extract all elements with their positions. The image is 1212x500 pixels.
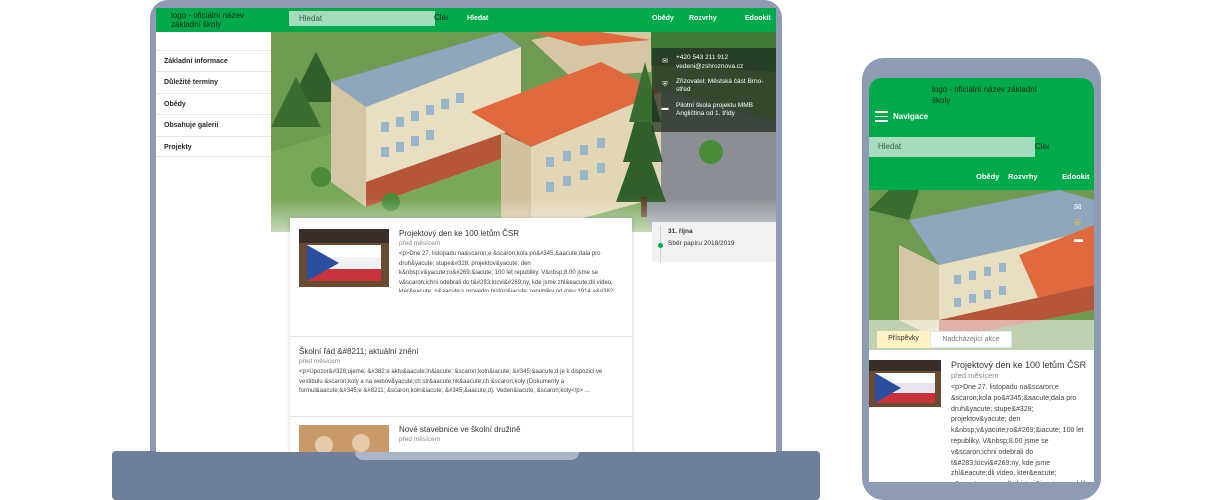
tab-posts[interactable]: Příspěvky bbox=[877, 331, 930, 348]
mobile-post-title[interactable]: Projektový den ke 100 letům ČSR bbox=[951, 360, 1086, 370]
post-item[interactable]: Nové stavebnice ve školní družině před m… bbox=[290, 417, 632, 452]
mobile-nav-link-schedules[interactable]: Rozvrhy bbox=[1008, 172, 1038, 181]
flag-icon: ▬ bbox=[661, 105, 669, 112]
phone-mail-icon: ✉ bbox=[662, 58, 668, 65]
sidebar: Základní informace Důležité termíny Oběd… bbox=[156, 32, 271, 452]
sidebar-item-gallery[interactable]: Obsahuje galerii bbox=[156, 114, 271, 135]
mobile-post-date: před měsícem bbox=[951, 371, 999, 380]
mobile-search-input[interactable]: Hledat bbox=[869, 137, 1035, 157]
mobile-nav-toggle[interactable]: Navigace bbox=[893, 112, 928, 121]
post-title[interactable]: Projektový den ke 100 letům ČSR bbox=[399, 229, 519, 238]
laptop-notch bbox=[355, 451, 579, 460]
nav-link-edookit[interactable]: Edookit bbox=[745, 15, 771, 22]
nav-link-schedules[interactable]: Rozvrhy bbox=[689, 15, 717, 22]
mobile-clear-field-button[interactable]: Clear field bbox=[1035, 141, 1049, 152]
clear-field-button[interactable]: Clear field bbox=[434, 13, 448, 22]
tab-upcoming-events[interactable]: Nadcházející akce bbox=[930, 331, 1012, 348]
mobile-post-excerpt: <p>Dne 27. listopadu na&scaron;e &scaron… bbox=[951, 384, 1091, 482]
hamburger-menu-icon[interactable] bbox=[875, 111, 888, 122]
post-thumbnail[interactable] bbox=[299, 229, 389, 287]
post-date: před měsícem bbox=[299, 358, 341, 365]
contact-pilot-project: Pilotní škola projektu MMB Angličtina od… bbox=[676, 102, 753, 117]
coat-of-arms-icon: ⛨ bbox=[662, 81, 668, 88]
nav-link-search[interactable]: Hledat bbox=[467, 15, 488, 22]
sidebar-item-projects[interactable]: Projekty bbox=[156, 136, 271, 157]
upcoming-events: 31. října Sběr papíru 2018/2019 bbox=[652, 222, 776, 262]
mobile-contact-icons: ✉ ⛨ ▬ bbox=[1074, 202, 1090, 250]
laptop-screen: logo - oficiální název základní školy Hl… bbox=[156, 8, 776, 452]
mobile-nav-link-edookit[interactable]: Edookit bbox=[1062, 172, 1090, 181]
mobile-post-thumbnail[interactable] bbox=[869, 360, 941, 407]
post-excerpt: <p>Upozor&#328;ujeme, &#382;e aktu&aacut… bbox=[299, 369, 603, 394]
contact-panel: ✉ +420 543 211 912 vedeni@zshroznova.cz … bbox=[652, 48, 776, 132]
event-date: 31. října bbox=[668, 228, 693, 235]
site-logo[interactable]: logo - oficiální název základní školy bbox=[171, 11, 271, 29]
post-item[interactable]: Školní řád &#8211; aktuální znění před m… bbox=[290, 337, 632, 417]
contact-phone[interactable]: +420 543 211 912 bbox=[676, 54, 728, 62]
posts-list: Projektový den ke 100 letům ČSR před měs… bbox=[290, 218, 632, 452]
post-excerpt-overflow bbox=[299, 298, 621, 336]
post-date: před měsícem bbox=[399, 436, 441, 443]
sidebar-item-basic-info[interactable]: Základní informace bbox=[156, 50, 271, 71]
mobile-header: logo - oficiální název základní školy Na… bbox=[869, 78, 1094, 190]
mail-icon[interactable]: ✉ bbox=[1074, 202, 1090, 218]
post-excerpt: <p>Dne 27. listopadu na&scaron;e &scaron… bbox=[399, 251, 615, 292]
event-title[interactable]: Sběr papíru 2018/2019 bbox=[668, 240, 735, 247]
post-date: před měsícem bbox=[399, 240, 441, 247]
top-navigation-bar: logo - oficiální název základní školy Hl… bbox=[156, 8, 776, 32]
mobile-nav-link-lunches[interactable]: Obědy bbox=[976, 172, 999, 181]
contact-email[interactable]: vedeni@zshroznova.cz bbox=[676, 63, 743, 71]
post-title[interactable]: Školní řád &#8211; aktuální znění bbox=[299, 347, 419, 356]
mobile-site-logo[interactable]: logo - oficiální název základní školy bbox=[932, 84, 1052, 106]
coat-of-arms-icon: ⛨ bbox=[1074, 218, 1081, 228]
phone-screen: logo - oficiální název základní školy Na… bbox=[869, 78, 1094, 482]
post-title[interactable]: Nové stavebnice ve školní družině bbox=[399, 425, 520, 434]
post-thumbnail[interactable] bbox=[299, 425, 389, 452]
nav-link-lunches[interactable]: Obědy bbox=[652, 15, 674, 22]
mobile-hero-illustration bbox=[869, 190, 1094, 350]
search-input[interactable]: Hledat bbox=[289, 11, 435, 26]
sidebar-item-lunches[interactable]: Obědy bbox=[156, 93, 271, 114]
contact-founder: Zřizovatel: Městská část Brno-střed bbox=[676, 78, 764, 93]
flag-icon: ▬ bbox=[1074, 234, 1083, 244]
timeline-dot bbox=[658, 243, 663, 248]
sidebar-item-important-dates[interactable]: Důležité termíny bbox=[156, 71, 271, 92]
